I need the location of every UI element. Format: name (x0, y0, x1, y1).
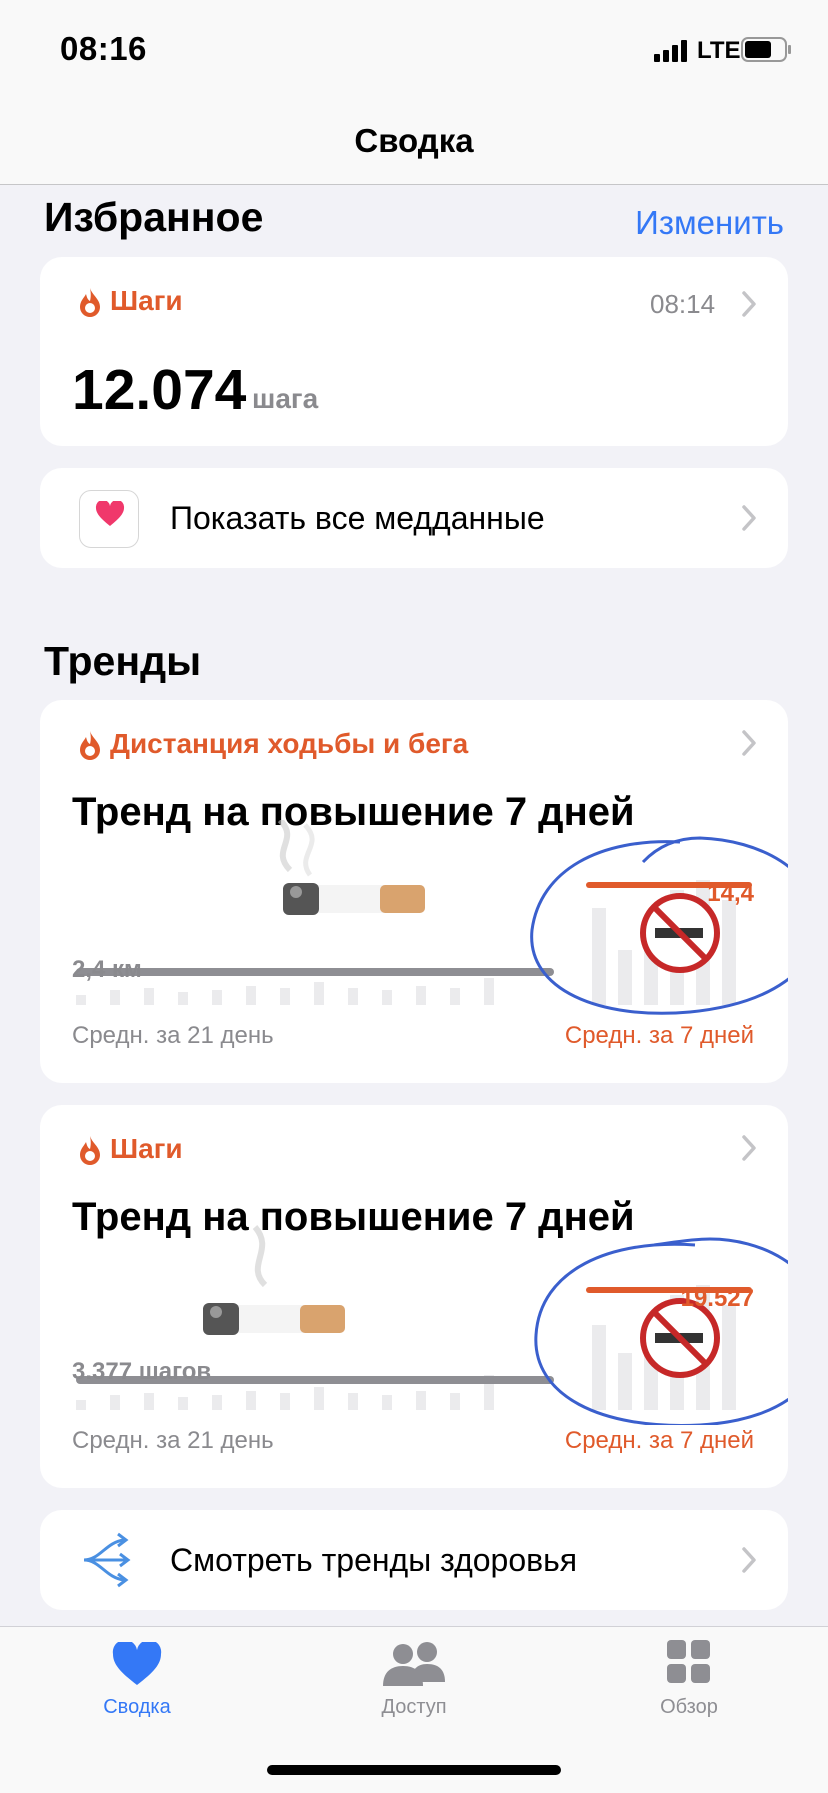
avg21-value: 3.377 шагов (72, 1358, 212, 1385)
steps-unit: шага (252, 383, 319, 414)
cigarette-sticker (203, 1225, 345, 1335)
avg7-label: Средн. за 7 дней (564, 1022, 754, 1049)
avg21-label: Средн. за 21 день (72, 1427, 274, 1454)
chevron-right-icon (742, 730, 756, 756)
chevron-right-icon (742, 1135, 756, 1161)
no-smoking-icon (640, 893, 720, 973)
tab-sharing[interactable]: Доступ (334, 1636, 494, 1736)
trend-category: Шаги (110, 1133, 183, 1164)
tab-label: Обзор (660, 1696, 718, 1718)
trend-chart (76, 1225, 788, 1425)
view-health-trends-label: Смотреть тренды здоровья (170, 1542, 578, 1578)
heart-icon (112, 1642, 162, 1685)
favorites-heading: Избранное (44, 194, 264, 240)
steps-value: 12.074 (72, 358, 247, 422)
view-health-trends-row[interactable]: Смотреть тренды здоровья (40, 1510, 788, 1610)
trend-chart (76, 820, 788, 1015)
flame-icon (80, 288, 100, 317)
trend-category: Дистанция ходьбы и бега (110, 728, 469, 759)
flame-icon (80, 731, 100, 760)
cigarette-sticker (277, 820, 425, 915)
avg21-bar (76, 968, 554, 976)
steps-favorite-card[interactable]: Шаги 08:14 12.074 шага (40, 257, 788, 446)
home-indicator[interactable] (267, 1765, 561, 1775)
page-title: Сводка (354, 122, 474, 159)
network-label: LTE (697, 37, 741, 64)
edit-button[interactable]: Изменить (635, 204, 784, 242)
steps-label: Шаги (110, 285, 183, 316)
trends-heading: Тренды (44, 638, 202, 684)
avg7-label: Средн. за 7 дней (564, 1427, 754, 1454)
chevron-right-icon (742, 505, 756, 531)
avg7-value: 19.527 (680, 1285, 754, 1312)
trend-card-distance[interactable]: Дистанция ходьбы и бега Тренд на повышен… (40, 700, 788, 1083)
trends-arrows-icon (83, 1532, 131, 1588)
tab-label: Доступ (381, 1696, 447, 1718)
avg7-value: 14,4 (707, 880, 754, 907)
status-time: 08:16 (60, 30, 147, 67)
chevron-right-icon (742, 291, 756, 317)
tab-summary[interactable]: Сводка (57, 1636, 217, 1736)
steps-time: 08:14 (650, 289, 716, 319)
battery-icon (741, 37, 791, 62)
signal-icon (654, 40, 687, 62)
tab-label: Сводка (103, 1696, 171, 1718)
grid-icon (667, 1640, 710, 1683)
people-icon (383, 1642, 445, 1686)
health-app-icon (79, 490, 139, 548)
show-all-health-data-label: Показать все медданные (170, 500, 545, 536)
avg21-label: Средн. за 21 день (72, 1022, 274, 1049)
show-all-health-data-row[interactable]: Показать все медданные (40, 468, 788, 568)
heart-icon (95, 501, 125, 526)
trend-card-steps[interactable]: Шаги Тренд на повышение 7 дней 3.377 шаг… (40, 1105, 788, 1488)
flame-icon (80, 1136, 100, 1165)
avg21-value: 2,4 км (72, 956, 142, 983)
chevron-right-icon (742, 1547, 756, 1573)
tab-browse[interactable]: Обзор (609, 1636, 769, 1736)
